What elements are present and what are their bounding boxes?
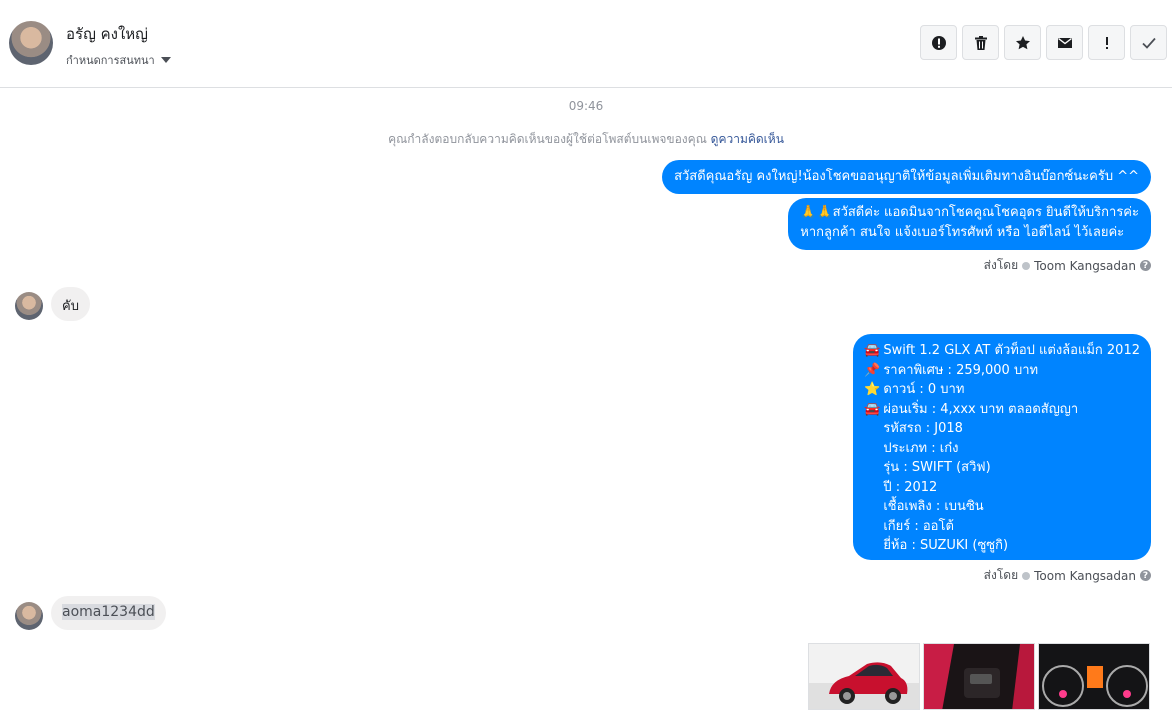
sender-avatar-dot [1022,571,1031,580]
sent-by-info: ส่งโดย Toom Kangsadan ? [984,256,1151,275]
contact-avatar-small[interactable] [15,292,43,320]
car-detail-text: ประเภท : เก๋ง [883,440,959,456]
caret-down-icon [160,57,171,63]
sent-by-info: ส่งโดย Toom Kangsadan ? [984,566,1151,585]
sender-avatar-dot [1022,261,1031,270]
message-timestamp: 09:46 [568,99,604,113]
car-detail-text: เกียร์ : ออโต้ [883,518,954,534]
car-detail-line: รหัสรถ : J018 [864,419,1140,439]
assign-label: กำหนดการสนทนา [66,54,155,67]
report-spam-icon [931,35,946,50]
message-text: 🙏🙏สวัสดีค่ะ แอดมินจากโชคคูณโชคอุดร ยินดี… [800,205,1139,220]
sent-by-label: ส่งโดย [983,568,1019,582]
star-icon [1015,35,1030,49]
delete-button[interactable] [962,25,999,60]
car-detail-icon: ⭐ [864,382,881,397]
incoming-message[interactable]: aoma1234dd [51,596,166,630]
check-icon [1141,37,1156,49]
car-exterior-illustration [829,662,908,704]
car-exterior-photo[interactable] [808,643,920,710]
car-detail-line: ยี่ห้อ : SUZUKI (ซูซูกิ) [864,536,1140,556]
car-detail-icon: 🚘 [864,401,881,417]
sender-name[interactable]: Toom Kangsadan [1034,259,1136,273]
star-button[interactable] [1004,25,1041,60]
car-detail-line: 🚘 ผ่อนเริ่ม : 4,xxx บาท ตลอดสัญญา [864,400,1140,420]
help-icon[interactable]: ? [1140,570,1151,581]
outgoing-message[interactable]: 🙏🙏สวัสดีค่ะ แอดมินจากโชคคูณโชคอุดร ยินดี… [788,198,1151,250]
car-detail-line: รุ่น : SWIFT (สวิฟ) [864,458,1140,478]
sent-by-label: ส่งโดย [983,258,1019,272]
dashboard-illustration [1042,665,1148,707]
car-detail-line: ⭐ ดาวน์ : 0 บาท [864,380,1140,400]
car-detail-text: ผ่อนเริ่ม : 4,xxx บาท ตลอดสัญญา [883,401,1079,417]
car-detail-text: ยี่ห้อ : SUZUKI (ซูซูกิ) [883,538,1009,553]
car-detail-line: ปี : 2012 [864,478,1140,498]
message-text: หากลูกค้า สนใจ แจ้งเบอร์โทรศัพท์ หรือ ไอ… [800,225,1125,240]
car-detail-line: 🚘 Swift 1.2 GLX AT ตัวท็อป แต่งล้อแม็ก 20… [864,341,1140,361]
mail-icon [1057,37,1072,48]
car-detail-text: ราคาพิเศษ : 259,000 บาท [883,362,1039,378]
car-detail-text: รหัสรถ : J018 [883,421,963,436]
outgoing-message[interactable]: สวัสดีคุณอรัญ คงใหญ่!น้องโชคขออนุญาติให้… [662,160,1151,194]
mark-done-button[interactable] [1130,25,1167,60]
sender-name[interactable]: Toom Kangsadan [1034,569,1136,583]
car-detail-text: เชื้อเพลิง : เบนซิน [883,499,984,514]
report-spam-button[interactable] [920,25,957,60]
car-detail-line: ประเภท : เก๋ง [864,439,1140,459]
message-text: aoma1234dd [62,604,155,620]
outgoing-message-car-details[interactable]: 🚘 Swift 1.2 GLX AT ตัวท็อป แต่งล้อแม็ก 20… [853,334,1151,560]
car-dashboard-photo[interactable] [1038,643,1150,710]
message-text: คับ [62,299,79,314]
incoming-message[interactable]: คับ [51,287,90,321]
car-detail-text: รุ่น : SWIFT (สวิฟ) [883,460,991,475]
help-icon[interactable]: ? [1140,260,1151,271]
car-detail-line: 📌 ราคาพิเศษ : 259,000 บาท [864,361,1140,381]
car-detail-text: Swift 1.2 GLX AT ตัวท็อป แต่งล้อแม็ก 201… [883,343,1140,358]
assign-conversation-dropdown[interactable]: กำหนดการสนทนา [66,51,171,69]
notice-text: คุณกำลังตอบกลับความคิดเห็นของผู้ใช้ต่อโพ… [388,132,707,146]
action-toolbar [920,25,1167,60]
contact-name[interactable]: อรัญ คงใหญ่ [66,22,148,46]
car-detail-icon: 📌 [864,362,881,378]
mark-unread-button[interactable] [1046,25,1083,60]
car-detail-icon: 🚘 [864,343,881,358]
car-detail-text: ดาวน์ : 0 บาท [883,382,965,397]
important-icon [1105,36,1108,49]
comment-reply-notice: คุณกำลังตอบกลับความคิดเห็นของผู้ใช้ต่อโพ… [0,130,1172,149]
car-detail-line: เกียร์ : ออโต้ [864,517,1140,537]
door-interior-illustration [924,644,1034,709]
contact-avatar-small[interactable] [15,602,43,630]
contact-avatar[interactable] [9,21,53,65]
trash-icon [974,35,987,50]
car-detail-line: เชื้อเพลิง : เบนซิน [864,497,1140,517]
mark-important-button[interactable] [1088,25,1125,60]
message-text: สวัสดีคุณอรัญ คงใหญ่!น้องโชคขออนุญาติให้… [674,169,1139,184]
car-detail-text: ปี : 2012 [883,479,938,495]
view-comment-link[interactable]: ดูความคิดเห็น [711,132,784,146]
conversation-header: อรัญ คงใหญ่ กำหนดการสนทนา [0,0,1172,88]
car-door-interior-photo[interactable] [923,643,1035,710]
